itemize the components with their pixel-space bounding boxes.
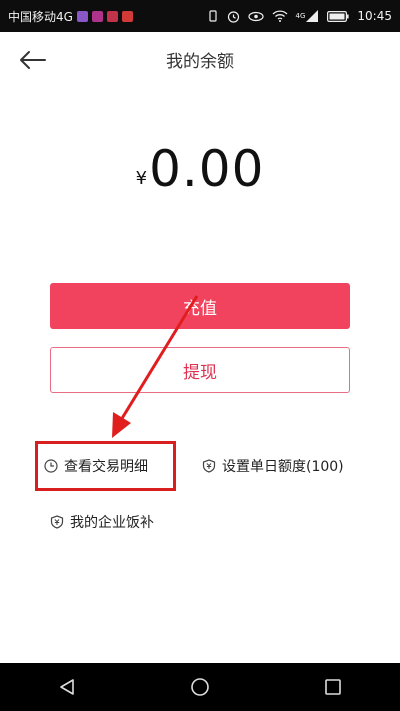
meal-allowance-link[interactable]: 我的企业饭补: [50, 512, 154, 532]
circle-home-icon: [191, 678, 209, 696]
status-bar: 中国移动4G 4G 10:45: [0, 0, 400, 32]
battery-icon: [327, 10, 350, 22]
eye-comfort-icon: [247, 11, 264, 22]
daily-limit-label: 设置单日额度(100): [222, 459, 344, 475]
nav-home-button[interactable]: [170, 667, 230, 707]
app-header: 我的余额: [0, 32, 400, 88]
shield-yuan-icon: [202, 459, 216, 473]
withdraw-button-label: 提现: [183, 362, 217, 383]
system-navigation-bar: [0, 663, 400, 711]
balance-amount: 0.00: [149, 140, 265, 198]
shield-yuan-icon: [50, 515, 64, 529]
balance-display: ¥0.00: [0, 140, 400, 198]
alarm-icon: [227, 10, 240, 23]
wifi-icon: [272, 10, 288, 22]
recharge-button[interactable]: 充值: [50, 283, 350, 329]
app-notification-icon: [121, 10, 133, 22]
meal-allowance-label: 我的企业饭补: [70, 515, 154, 531]
signal-icon: 4G: [296, 10, 320, 22]
currency-symbol: ¥: [135, 168, 148, 189]
withdraw-button[interactable]: 提现: [50, 347, 350, 393]
vibrate-icon: [207, 10, 219, 22]
annotation-highlight-box: [35, 441, 176, 491]
triangle-back-icon: [59, 679, 74, 695]
nav-recents-button[interactable]: [303, 667, 363, 707]
carrier-label: 中国移动4G: [8, 9, 73, 24]
app-notification-icon: [76, 10, 88, 22]
network-badge: 4G: [295, 12, 306, 20]
app-notification-icon: [91, 10, 103, 22]
recharge-button-label: 充值: [183, 298, 217, 319]
clock: 10:45: [357, 9, 392, 23]
page-title: 我的余额: [166, 52, 234, 72]
app-notification-icon: [106, 10, 118, 22]
square-recents-icon: [325, 679, 342, 695]
daily-limit-link[interactable]: 设置单日额度(100): [202, 456, 344, 476]
nav-back-button[interactable]: [37, 667, 97, 707]
